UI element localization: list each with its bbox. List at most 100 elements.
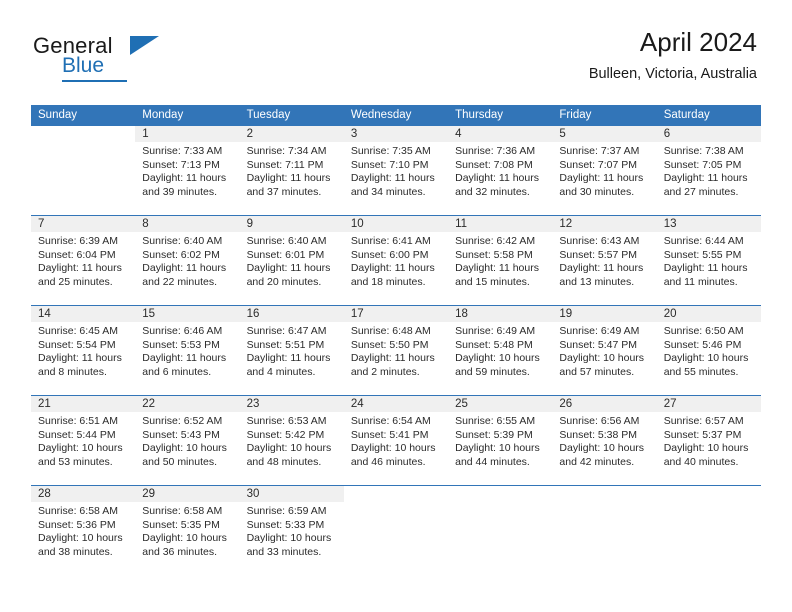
day-details: Sunrise: 6:59 AM Sunset: 5:33 PM Daylight:…: [240, 502, 344, 559]
calendar-day[interactable]: 12 Sunrise: 6:43 AM Sunset: 5:57 PM Dayligh…: [552, 215, 657, 305]
calendar-day[interactable]: 30 Sunrise: 6:59 AM Sunset: 5:33 PM Dayligh…: [239, 485, 344, 575]
daylight-duration-line2: and 46 minutes.: [350, 455, 426, 468]
calendar-day[interactable]: 16 Sunrise: 6:47 AM Sunset: 5:51 PM Dayligh…: [239, 305, 344, 395]
calendar-day[interactable]: 27 Sunrise: 6:57 AM Sunset: 5:37 PM Dayligh…: [656, 395, 761, 485]
calendar-day[interactable]: 28 Sunrise: 6:58 AM Sunset: 5:36 PM Dayligh…: [31, 485, 136, 575]
day-number: [656, 486, 761, 502]
day-number: 3: [343, 126, 449, 142]
day-details: Sunrise: 7:33 AM Sunset: 7:13 PM Daylight:…: [135, 142, 239, 199]
calendar-day[interactable]: 9 Sunrise: 6:40 AM Sunset: 6:01 PM Daylight…: [239, 215, 344, 305]
daylight-duration-line1: Daylight: 10 hours: [559, 352, 645, 365]
calendar-day[interactable]: 7 Sunrise: 6:39 AM Sunset: 6:04 PM Daylight…: [31, 215, 136, 305]
day-details: Sunrise: 6:57 AM Sunset: 5:37 PM Daylight:…: [657, 412, 761, 469]
calendar-week-row: 1 Sunrise: 7:33 AM Sunset: 7:13 PM Daylight…: [31, 125, 761, 215]
calendar-day-cell: 10 Sunrise: 6:41 AM Sunset: 6:00 PM Dayligh…: [343, 215, 449, 305]
calendar-day-cell: 2 Sunrise: 7:34 AM Sunset: 7:11 PM Daylight…: [239, 125, 344, 215]
calendar-day[interactable]: 20 Sunrise: 6:50 AM Sunset: 5:46 PM Dayligh…: [656, 305, 761, 395]
weekday-header-wednesday: Wednesday: [343, 105, 449, 125]
sunset-time: Sunset: 5:46 PM: [663, 338, 742, 351]
sunrise-time: Sunrise: 7:37 AM: [559, 145, 640, 157]
calendar-day[interactable]: 1 Sunrise: 7:33 AM Sunset: 7:13 PM Daylight…: [135, 125, 240, 215]
daylight-duration-line2: and 22 minutes.: [142, 275, 217, 288]
weekday-header-friday: Friday: [552, 105, 657, 125]
daylight-duration-line1: Daylight: 11 hours: [350, 172, 435, 185]
calendar-day[interactable]: 14 Sunrise: 6:45 AM Sunset: 5:54 PM Dayligh…: [31, 305, 136, 395]
day-number: 14: [31, 306, 136, 322]
calendar-day[interactable]: 13 Sunrise: 6:44 AM Sunset: 5:55 PM Dayligh…: [656, 215, 761, 305]
day-details: Sunrise: 7:35 AM Sunset: 7:10 PM Daylight:…: [344, 142, 448, 199]
day-number: 9: [239, 216, 344, 232]
daylight-duration-line2: and 30 minutes.: [559, 185, 635, 198]
daylight-duration-line1: Daylight: 11 hours: [455, 262, 539, 275]
calendar-day-empty: [552, 485, 657, 575]
sunrise-time: Sunrise: 6:40 AM: [246, 235, 327, 247]
sunrise-time: Sunrise: 6:56 AM: [559, 415, 640, 427]
calendar-day[interactable]: 25 Sunrise: 6:55 AM Sunset: 5:39 PM Dayligh…: [448, 395, 553, 485]
calendar-day-cell: 16 Sunrise: 6:47 AM Sunset: 5:51 PM Dayligh…: [239, 305, 344, 395]
calendar-day[interactable]: 18 Sunrise: 6:49 AM Sunset: 5:48 PM Dayligh…: [448, 305, 553, 395]
daylight-duration-line2: and 50 minutes.: [142, 455, 217, 468]
sunrise-time: Sunrise: 6:46 AM: [142, 325, 223, 337]
page-title: April 2024: [639, 27, 757, 57]
calendar-day[interactable]: 19 Sunrise: 6:49 AM Sunset: 5:47 PM Dayligh…: [552, 305, 657, 395]
sunset-time: Sunset: 5:48 PM: [455, 338, 533, 351]
calendar-day[interactable]: 21 Sunrise: 6:51 AM Sunset: 5:44 PM Dayligh…: [31, 395, 136, 485]
calendar-day[interactable]: 22 Sunrise: 6:52 AM Sunset: 5:43 PM Dayligh…: [135, 395, 240, 485]
sunset-time: Sunset: 7:10 PM: [350, 158, 429, 171]
calendar-day[interactable]: 10 Sunrise: 6:41 AM Sunset: 6:00 PM Dayligh…: [343, 215, 449, 305]
sunset-time: Sunset: 5:54 PM: [38, 338, 116, 351]
calendar-day-cell: 28 Sunrise: 6:58 AM Sunset: 5:36 PM Dayligh…: [31, 485, 136, 575]
sunrise-time: Sunrise: 6:39 AM: [38, 235, 118, 247]
day-number: 8: [135, 216, 240, 232]
day-details: Sunrise: 6:39 AM Sunset: 6:04 PM Daylight:…: [31, 232, 135, 289]
day-number: 18: [448, 306, 553, 322]
sunrise-time: Sunrise: 6:45 AM: [38, 325, 118, 337]
sunset-time: Sunset: 5:37 PM: [663, 428, 742, 441]
sunrise-time: Sunrise: 6:49 AM: [559, 325, 640, 337]
calendar-day-cell: 11 Sunrise: 6:42 AM Sunset: 5:58 PM Dayligh…: [448, 215, 553, 305]
day-number: 15: [135, 306, 240, 322]
calendar-day-cell: 23 Sunrise: 6:53 AM Sunset: 5:42 PM Dayligh…: [239, 395, 344, 485]
calendar-day[interactable]: 3 Sunrise: 7:35 AM Sunset: 7:10 PM Daylight…: [343, 125, 449, 215]
calendar-day[interactable]: 26 Sunrise: 6:56 AM Sunset: 5:38 PM Dayligh…: [552, 395, 657, 485]
day-number: 19: [552, 306, 657, 322]
sunrise-time: Sunrise: 6:55 AM: [455, 415, 536, 427]
calendar-week-row: 28 Sunrise: 6:58 AM Sunset: 5:36 PM Dayligh…: [31, 485, 761, 575]
calendar-day[interactable]: 17 Sunrise: 6:48 AM Sunset: 5:50 PM Dayligh…: [343, 305, 449, 395]
calendar-day-cell: 19 Sunrise: 6:49 AM Sunset: 5:47 PM Dayligh…: [552, 305, 657, 395]
calendar-day[interactable]: 6 Sunrise: 7:38 AM Sunset: 7:05 PM Daylight…: [656, 125, 761, 215]
sunset-time: Sunset: 5:33 PM: [246, 518, 325, 531]
calendar-day-cell: 3 Sunrise: 7:35 AM Sunset: 7:10 PM Daylight…: [343, 125, 449, 215]
day-number: [552, 486, 657, 502]
daylight-duration-line2: and 20 minutes.: [246, 275, 322, 288]
calendar-day[interactable]: 15 Sunrise: 6:46 AM Sunset: 5:53 PM Dayligh…: [135, 305, 240, 395]
sunset-time: Sunset: 5:43 PM: [142, 428, 220, 441]
calendar-body: 1 Sunrise: 7:33 AM Sunset: 7:13 PM Daylight…: [31, 125, 761, 575]
calendar-day-cell: 21 Sunrise: 6:51 AM Sunset: 5:44 PM Dayligh…: [31, 395, 136, 485]
general-blue-logo[interactable]: General Blue: [33, 33, 233, 85]
calendar-day[interactable]: 8 Sunrise: 6:40 AM Sunset: 6:02 PM Daylight…: [135, 215, 240, 305]
calendar-header-row: Sunday Monday Tuesday Wednesday Thursday…: [31, 105, 761, 125]
daylight-duration-line1: Daylight: 11 hours: [350, 262, 435, 275]
daylight-duration-line1: Daylight: 10 hours: [455, 352, 540, 365]
sunrise-time: Sunrise: 6:50 AM: [663, 325, 744, 337]
calendar-day[interactable]: 29 Sunrise: 6:58 AM Sunset: 5:35 PM Dayligh…: [135, 485, 240, 575]
calendar-day[interactable]: 11 Sunrise: 6:42 AM Sunset: 5:58 PM Dayligh…: [448, 215, 553, 305]
calendar-day[interactable]: 24 Sunrise: 6:54 AM Sunset: 5:41 PM Dayligh…: [343, 395, 449, 485]
calendar-day[interactable]: 2 Sunrise: 7:34 AM Sunset: 7:11 PM Daylight…: [239, 125, 344, 215]
sunrise-time: Sunrise: 6:43 AM: [559, 235, 640, 247]
calendar-day[interactable]: 4 Sunrise: 7:36 AM Sunset: 7:08 PM Daylight…: [448, 125, 553, 215]
calendar-day-cell: [343, 485, 449, 575]
calendar-day[interactable]: 5 Sunrise: 7:37 AM Sunset: 7:07 PM Daylight…: [552, 125, 657, 215]
weekday-header-thursday: Thursday: [448, 105, 553, 125]
day-number: 23: [239, 396, 344, 412]
daylight-duration-line1: Daylight: 11 hours: [455, 172, 539, 185]
calendar-day-cell: 6 Sunrise: 7:38 AM Sunset: 7:05 PM Daylight…: [656, 125, 761, 215]
day-details: Sunrise: 6:41 AM Sunset: 6:00 PM Daylight:…: [344, 232, 448, 289]
sunset-time: Sunset: 7:08 PM: [455, 158, 533, 171]
daylight-duration-line2: and 2 minutes.: [350, 365, 420, 378]
calendar-day[interactable]: 23 Sunrise: 6:53 AM Sunset: 5:42 PM Dayligh…: [239, 395, 344, 485]
sunrise-time: Sunrise: 6:58 AM: [142, 505, 223, 517]
calendar-day-cell: 25 Sunrise: 6:55 AM Sunset: 5:39 PM Dayligh…: [448, 395, 553, 485]
sunrise-time: Sunrise: 6:59 AM: [246, 505, 327, 517]
